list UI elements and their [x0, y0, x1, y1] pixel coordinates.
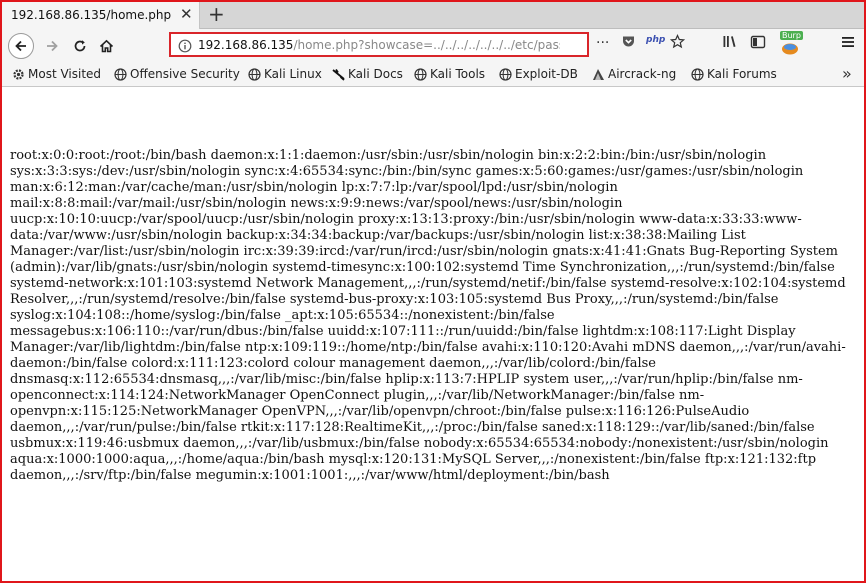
burp-proxy-extension-icon[interactable]: Burp — [778, 31, 804, 55]
reload-button[interactable] — [68, 34, 92, 58]
bookmarks-toolbar: Most Visited Offensive Security Kali Lin… — [2, 63, 864, 87]
bookmark-kali-tools[interactable]: Kali Tools — [414, 66, 485, 82]
url-path: /home.php?showcase=../../../../../../../… — [293, 38, 560, 52]
bookmark-label: Most Visited — [28, 67, 102, 81]
bookmark-label: Kali Linux — [264, 67, 322, 81]
site-info-icon[interactable] — [178, 38, 192, 57]
navigation-bar: 192.168.86.135/home.php?showcase=../../.… — [2, 29, 864, 63]
url-bar[interactable]: 192.168.86.135/home.php?showcase=../../.… — [169, 32, 589, 57]
library-icon[interactable] — [722, 34, 738, 58]
sidebar-icon[interactable] — [750, 34, 766, 58]
globe-icon — [499, 67, 512, 81]
url-host: 192.168.86.135 — [198, 38, 294, 52]
bookmark-kali-docs[interactable]: Kali Docs — [332, 66, 403, 82]
hamburger-menu-icon[interactable] — [840, 34, 856, 58]
forward-arrow-icon — [47, 40, 58, 52]
new-tab-icon[interactable]: + — [208, 3, 225, 25]
tab-strip: 192.168.86.135/home.php?s ✕ + — [2, 2, 864, 29]
forward-button[interactable] — [40, 34, 64, 58]
bookmark-label: Kali Forums — [707, 67, 777, 81]
bookmark-aircrack-ng[interactable]: Aircrack-ng — [592, 66, 676, 82]
bookmark-exploit-db[interactable]: Exploit-DB — [499, 66, 578, 82]
back-arrow-icon — [15, 40, 26, 52]
bookmark-label: Kali Docs — [348, 67, 403, 81]
bookmark-label: Offensive Security — [130, 67, 240, 81]
gear-icon — [13, 68, 24, 80]
bookmark-label: Exploit-DB — [515, 67, 578, 81]
globe-icon — [691, 67, 704, 81]
bookmark-label: Aircrack-ng — [608, 67, 677, 81]
close-tab-icon[interactable]: ✕ — [180, 6, 193, 22]
bookmark-kali-forums[interactable]: Kali Forums — [691, 66, 777, 82]
bookmark-kali-linux[interactable]: Kali Linux — [248, 66, 322, 82]
tab-home-php[interactable]: 192.168.86.135/home.php?s ✕ — [2, 2, 200, 29]
php-extension-icon[interactable]: php — [646, 35, 665, 59]
tab-title: 192.168.86.135/home.php?s — [11, 8, 171, 22]
more-bookmarks-chevron-icon[interactable]: » — [842, 64, 852, 83]
bookmark-star-icon[interactable] — [669, 34, 686, 58]
burp-badge: Burp — [780, 31, 803, 40]
kali-dragon-icon — [332, 68, 345, 81]
back-button[interactable] — [8, 33, 34, 59]
bookmark-most-visited[interactable]: Most Visited — [12, 66, 101, 82]
passwd-file-contents: root:x:0:0:root:/root:/bin/bash daemon:x… — [10, 148, 846, 483]
home-button[interactable] — [94, 34, 118, 58]
aircrack-icon — [593, 68, 604, 80]
page-actions-menu-icon[interactable]: ··· — [596, 35, 609, 59]
globe-icon — [248, 67, 261, 81]
globe-icon — [114, 67, 127, 81]
pocket-icon[interactable] — [621, 34, 636, 58]
bookmark-offensive-security[interactable]: Offensive Security — [114, 66, 240, 82]
url-text[interactable]: 192.168.86.135/home.php?showcase=../../.… — [198, 38, 560, 52]
home-icon — [99, 39, 113, 53]
bookmark-label: Kali Tools — [430, 67, 486, 81]
globe-icon — [414, 67, 427, 81]
reload-icon — [74, 40, 86, 52]
